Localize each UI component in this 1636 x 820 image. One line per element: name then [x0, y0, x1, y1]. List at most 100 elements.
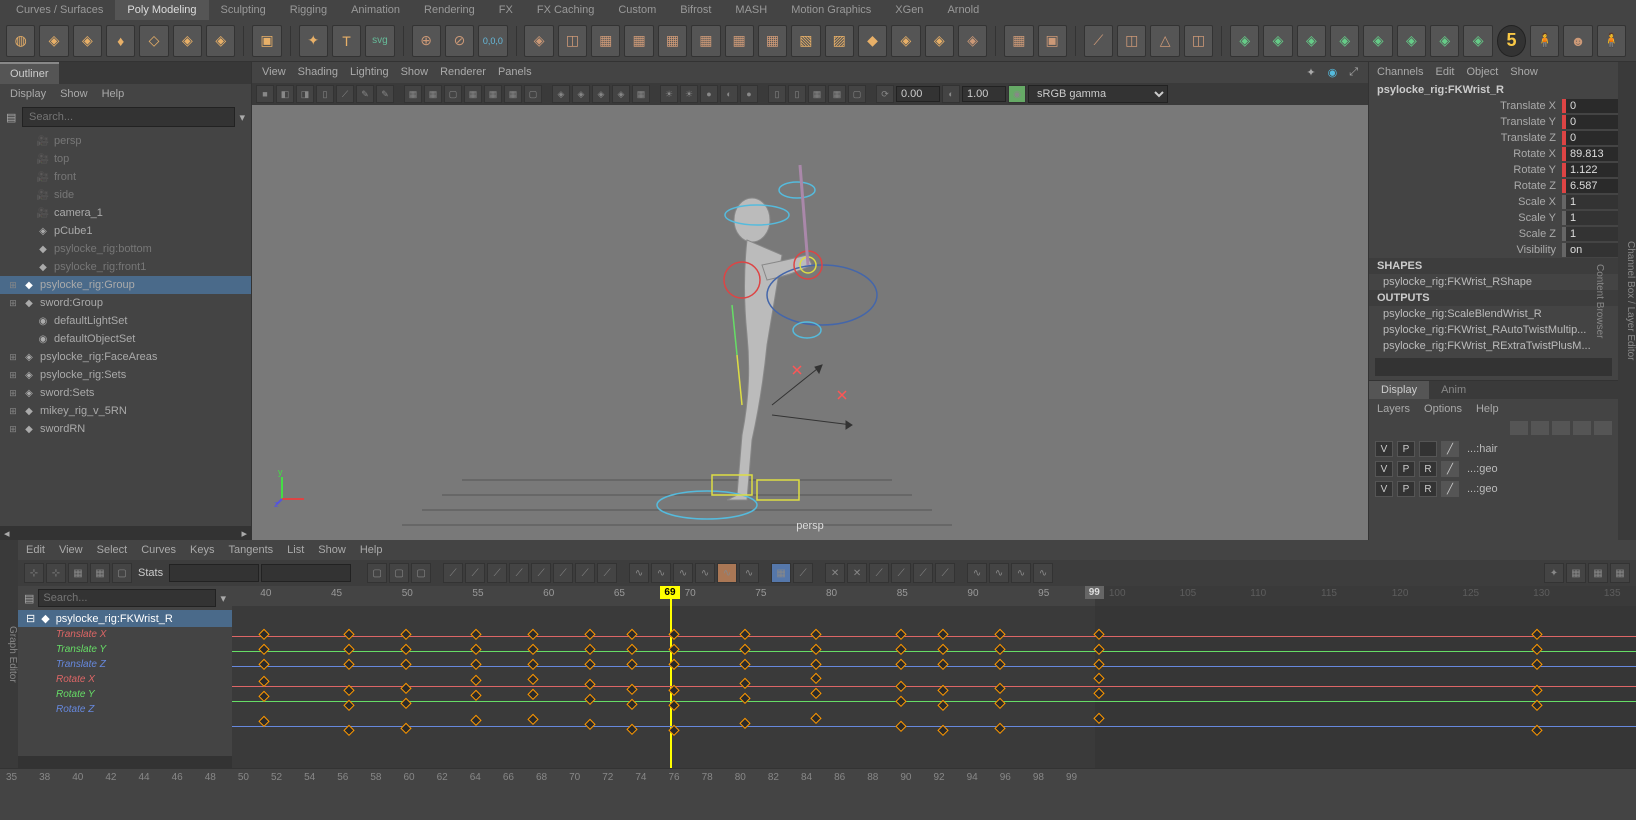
ge-menu-edit[interactable]: Edit	[26, 544, 45, 556]
vt-button[interactable]: ✎	[376, 85, 394, 103]
layer-color[interactable]: ╱	[1441, 461, 1459, 477]
ge-tool[interactable]: ▦	[1610, 563, 1630, 583]
keyframe[interactable]	[739, 629, 750, 640]
gear-icon[interactable]: ◉	[1328, 66, 1338, 79]
anim-curve[interactable]	[232, 726, 1636, 727]
keyframe[interactable]	[527, 659, 538, 670]
shelf-button[interactable]: ◈	[206, 25, 235, 57]
ge-channel[interactable]: Translate Y	[18, 642, 232, 657]
shelf-button[interactable]: ✦	[299, 25, 328, 57]
layer-menu-options[interactable]: Options	[1424, 403, 1462, 415]
ge-tool[interactable]: ⟋	[935, 563, 955, 583]
ge-menu-help[interactable]: Help	[360, 544, 383, 556]
keyframe[interactable]	[626, 629, 637, 640]
stats-field[interactable]	[169, 564, 259, 582]
vt-button[interactable]: ▦	[504, 85, 522, 103]
shelf-button[interactable]: ▦	[658, 25, 687, 57]
shelf-button[interactable]: ◈	[173, 25, 202, 57]
expand-icon[interactable]: ⊞	[8, 406, 18, 417]
ge-menu-show[interactable]: Show	[318, 544, 346, 556]
attr-value[interactable]: 1	[1562, 227, 1618, 241]
ge-tool[interactable]: ∿	[673, 563, 693, 583]
shelf-tab[interactable]: Arnold	[935, 0, 991, 20]
shelf-tab[interactable]: Rendering	[412, 0, 487, 20]
viewport-menu-shading[interactable]: Shading	[298, 66, 338, 79]
ge-tool[interactable]: ✕	[847, 563, 867, 583]
shelf-tab[interactable]: Curves / Surfaces	[4, 0, 115, 20]
keyframe[interactable]	[937, 629, 948, 640]
vt-button[interactable]: ☀	[660, 85, 678, 103]
keyframe[interactable]	[994, 682, 1005, 693]
layer-name[interactable]: ...:geo	[1463, 463, 1612, 475]
ge-tool[interactable]: ▢	[367, 563, 387, 583]
outliner-node[interactable]: ⊞◆swordRN	[0, 420, 251, 438]
ge-tool[interactable]: ∿	[695, 563, 715, 583]
shelf-button[interactable]: ▦	[691, 25, 720, 57]
ribbon-tab-contentbrowser[interactable]: Content Browser	[1594, 68, 1605, 534]
keyframe[interactable]	[400, 659, 411, 670]
vt-button[interactable]: ◨	[296, 85, 314, 103]
vt-button[interactable]: ▦	[632, 85, 650, 103]
scrollbar[interactable]	[18, 756, 232, 768]
layer-tab-anim[interactable]: Anim	[1429, 381, 1478, 399]
layer-row[interactable]: VPR╱...:geo	[1373, 459, 1614, 479]
ge-tool[interactable]: ⟋	[575, 563, 595, 583]
ge-tool[interactable]: ⊹	[24, 563, 44, 583]
keyframe[interactable]	[810, 659, 821, 670]
attr-label[interactable]: Translate X	[1500, 100, 1558, 112]
keyframe[interactable]	[895, 696, 906, 707]
keyframe[interactable]	[259, 659, 270, 670]
layer-vis[interactable]: V	[1375, 461, 1393, 477]
keyframe[interactable]	[895, 644, 906, 655]
outliner-node[interactable]: ◆psylocke_rig:front1	[0, 258, 251, 276]
shelf-button[interactable]: ⟋	[1084, 25, 1113, 57]
filter-icon[interactable]: ▤	[24, 592, 34, 605]
ge-channel[interactable]: Translate Z	[18, 657, 232, 672]
keyframe[interactable]	[584, 694, 595, 705]
keyframe[interactable]	[626, 659, 637, 670]
keyframe[interactable]	[994, 722, 1005, 733]
ge-tool[interactable]: ∿	[967, 563, 987, 583]
vt-button[interactable]: ◧	[276, 85, 294, 103]
keyframe[interactable]	[259, 644, 270, 655]
vt-button[interactable]: ▦	[808, 85, 826, 103]
gamma-field[interactable]	[962, 86, 1006, 102]
expand-icon[interactable]: ⊞	[8, 280, 18, 291]
keyframe[interactable]	[471, 674, 482, 685]
ge-menu-view[interactable]: View	[59, 544, 83, 556]
layer-menu-layers[interactable]: Layers	[1377, 403, 1410, 415]
shelf-button[interactable]: △	[1150, 25, 1179, 57]
cb-menu-show[interactable]: Show	[1510, 66, 1538, 78]
shelf-button[interactable]: ◈	[1430, 25, 1459, 57]
keyframe[interactable]	[994, 629, 1005, 640]
ge-tool[interactable]: ▢	[389, 563, 409, 583]
anim-curve[interactable]	[232, 686, 1636, 687]
output-item[interactable]: psylocke_rig:FKWrist_RAutoTwistMultip...	[1369, 322, 1618, 338]
ge-tool[interactable]: ▦	[1566, 563, 1586, 583]
attr-value[interactable]: 1	[1562, 195, 1618, 209]
anim-curve[interactable]	[232, 666, 1636, 667]
expand-icon[interactable]: ⊞	[8, 388, 18, 399]
shelf-button[interactable]: ◈	[1330, 25, 1359, 57]
attr-value[interactable]: 0	[1562, 99, 1618, 113]
anim-curve[interactable]	[232, 701, 1636, 702]
keyframe[interactable]	[471, 659, 482, 670]
keyframe[interactable]	[739, 717, 750, 728]
keyframe[interactable]	[810, 629, 821, 640]
ge-tool[interactable]: ∿	[629, 563, 649, 583]
ge-menu-curves[interactable]: Curves	[141, 544, 176, 556]
shelf-button[interactable]: ◫	[1117, 25, 1146, 57]
layer-menu-help[interactable]: Help	[1476, 403, 1499, 415]
outliner-node[interactable]: ⊞◈sword:Sets	[0, 384, 251, 402]
shelf-badge[interactable]: 5	[1497, 25, 1526, 57]
ge-tool[interactable]: ⟋	[509, 563, 529, 583]
layer-button[interactable]	[1510, 421, 1528, 435]
attr-label[interactable]: Scale Y	[1518, 212, 1558, 224]
ge-tool[interactable]: ⟋	[793, 563, 813, 583]
shelf-button[interactable]: ◈	[925, 25, 954, 57]
keyframe[interactable]	[343, 644, 354, 655]
outliner-node[interactable]: ◉defaultLightSet	[0, 312, 251, 330]
keyframe[interactable]	[471, 644, 482, 655]
outliner-node[interactable]: 🎥top	[0, 150, 251, 168]
shelf-tab[interactable]: FX	[487, 0, 525, 20]
